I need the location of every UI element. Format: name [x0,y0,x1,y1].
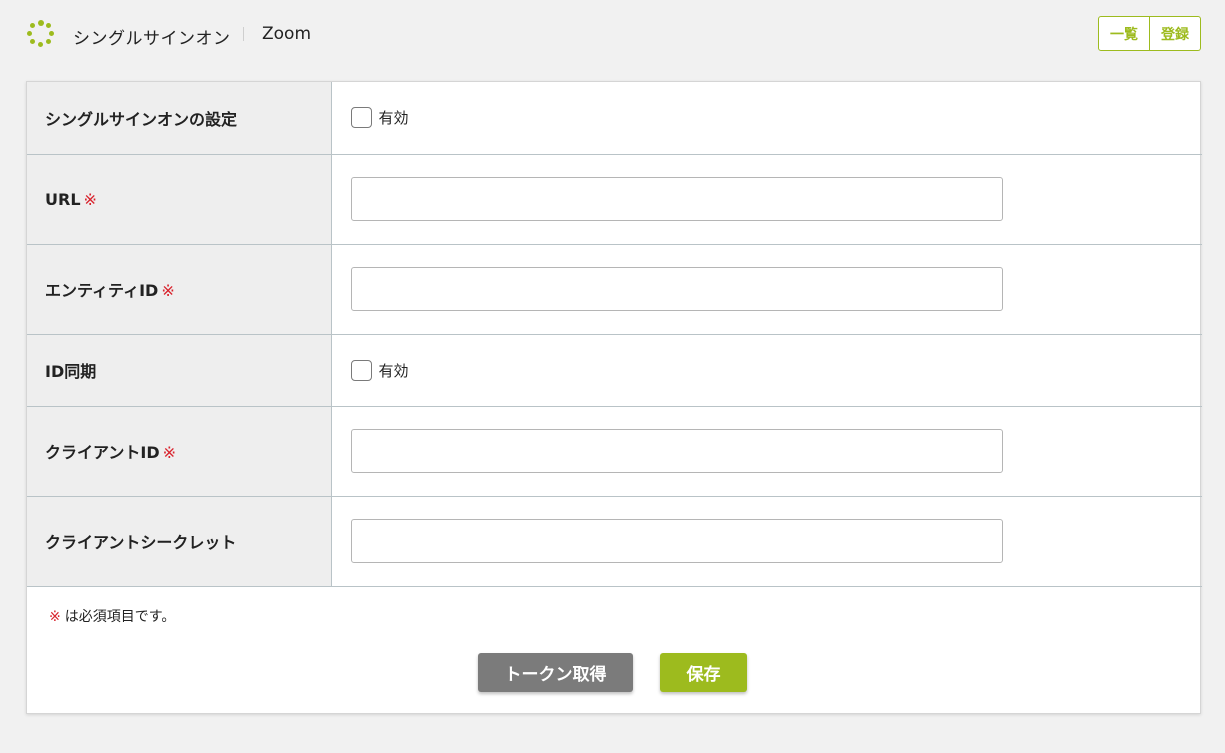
form-row-sso-setting: シングルサインオンの設定 有効 [27,82,1202,155]
register-button[interactable]: 登録 [1150,16,1201,51]
client-secret-input[interactable] [350,519,1003,563]
form-row-id-sync: ID同期 有効 [27,334,1202,407]
form-row-entity-id: エンティティID ※ [27,244,1202,335]
id-sync-enabled-label[interactable]: 有効 [379,362,409,380]
page-title: シングルサインオン [73,29,231,49]
settings-panel: シングルサインオンの設定 有効 URL ※ エンティティID ※ ID同期 有効 ク… [26,81,1202,714]
required-mark: ※ [162,443,177,462]
form-actions: トークン取得 保存 [27,653,1202,693]
entity-id-input[interactable] [350,267,1003,311]
header-button-group: 一覧 登録 [1098,16,1201,51]
sso-enabled-checkbox[interactable] [350,107,372,129]
list-button[interactable]: 一覧 [1098,16,1150,51]
title-separator [243,27,244,41]
id-sync-label: ID同期 [27,334,332,407]
url-label: URL ※ [27,154,332,245]
url-input[interactable] [350,177,1003,221]
save-button[interactable]: 保存 [660,653,747,692]
required-note-mark: ※ [49,609,61,625]
form-row-client-id: クライアントID ※ [27,406,1202,497]
entity-id-label: エンティティID ※ [27,244,332,335]
page-header: シングルサインオン Zoom 一覧 登録 [0,0,1225,70]
settings-form: シングルサインオンの設定 有効 URL ※ エンティティID ※ ID同期 有効 ク… [27,82,1202,587]
client-id-label: クライアントID ※ [27,406,332,497]
id-sync-enabled-checkbox[interactable] [350,359,372,381]
form-row-url: URL ※ [27,154,1202,245]
spinner-logo-icon [27,20,55,48]
sso-enabled-label[interactable]: 有効 [379,109,409,127]
required-mark: ※ [161,281,175,300]
form-row-client-secret: クライアントシークレット [27,496,1202,587]
required-mark: ※ [83,189,97,209]
required-note: ※ は必須項目です。 [49,606,175,626]
sso-setting-label: シングルサインオンの設定 [27,82,332,155]
get-token-button[interactable]: トークン取得 [478,653,633,692]
client-secret-label: クライアントシークレット [27,496,332,587]
page-subtitle: Zoom [262,24,312,44]
client-id-input[interactable] [350,429,1003,473]
required-note-text: は必須項目です。 [64,609,176,625]
